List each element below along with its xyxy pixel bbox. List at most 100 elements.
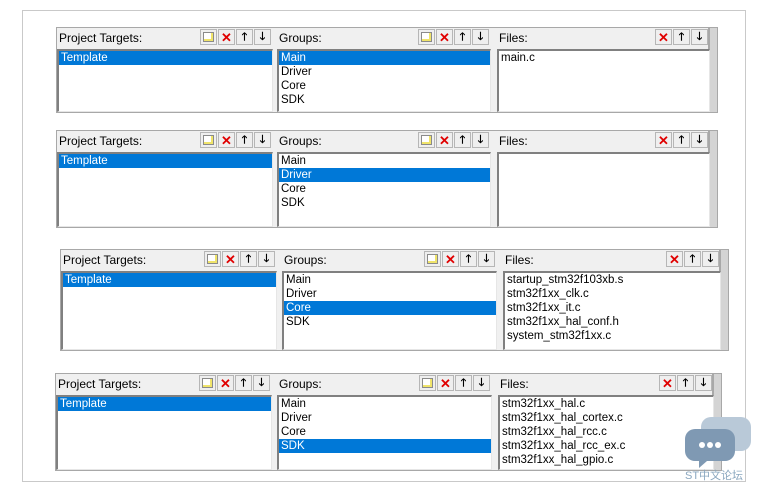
files-list-item[interactable]: main.c	[499, 51, 709, 65]
move-down-button[interactable]: 🡓	[472, 29, 489, 45]
files-list-item[interactable]: stm32f1xx_hal.c	[500, 397, 713, 411]
groups-list-item[interactable]: Driver	[279, 65, 490, 79]
groups-list-item[interactable]: Main	[284, 273, 496, 287]
targets-listbox[interactable]: Template	[57, 49, 273, 112]
files-listbox[interactable]: stm32f1xx_hal.c stm32f1xx_hal_cortex.c stm…	[498, 395, 714, 470]
move-down-button[interactable]: 🡓	[254, 132, 271, 148]
targets-listbox[interactable]: Template	[56, 395, 272, 470]
move-down-icon: 🡓	[483, 252, 490, 265]
groups-list-item[interactable]: SDK	[284, 315, 496, 329]
targets-toolbar: ✕ 🡑 🡓	[199, 29, 271, 45]
move-down-button[interactable]: 🡓	[478, 251, 495, 267]
move-down-button[interactable]: 🡓	[253, 375, 270, 391]
groups-column: Groups: ✕ 🡑 🡓 Main Driver Core SDK	[282, 250, 497, 352]
move-up-button[interactable]: 🡑	[460, 251, 477, 267]
groups-list-item[interactable]: Main	[279, 397, 491, 411]
groups-listbox[interactable]: Main Driver Core SDK	[277, 152, 491, 227]
files-header: Files: ✕ 🡑 🡓	[497, 131, 710, 151]
delete-button[interactable]: ✕	[659, 375, 676, 391]
move-up-button[interactable]: 🡑	[240, 251, 257, 267]
groups-list-item[interactable]: Core	[284, 301, 496, 315]
files-list-item[interactable]: stm32f1xx_hal_cortex.c	[500, 411, 713, 425]
delete-icon: ✕	[221, 29, 232, 45]
files-listbox[interactable]: main.c	[497, 49, 710, 112]
groups-list-item[interactable]: Driver	[279, 411, 491, 425]
files-listbox[interactable]	[497, 152, 710, 227]
files-list-item[interactable]: stm32f1xx_hal_gpio.c	[500, 453, 713, 467]
move-up-button[interactable]: 🡑	[236, 29, 253, 45]
new-item-button[interactable]	[200, 29, 217, 45]
move-up-button[interactable]: 🡑	[684, 251, 701, 267]
groups-list-item[interactable]: SDK	[279, 196, 490, 210]
move-down-icon: 🡓	[477, 133, 484, 146]
files-list-item[interactable]: stm32f1xx_clk.c	[505, 287, 720, 301]
targets-list-item[interactable]: Template	[59, 51, 272, 65]
move-up-button[interactable]: 🡑	[236, 132, 253, 148]
new-item-button[interactable]	[199, 375, 216, 391]
groups-list-item[interactable]: SDK	[279, 93, 490, 107]
groups-listbox[interactable]: Main Driver Core SDK	[277, 395, 492, 470]
groups-list-item[interactable]: Core	[279, 425, 491, 439]
move-up-button[interactable]: 🡑	[235, 375, 252, 391]
targets-listbox[interactable]: Template	[57, 152, 273, 227]
move-up-button[interactable]: 🡑	[677, 375, 694, 391]
files-listbox[interactable]: startup_stm32f103xb.s stm32f1xx_clk.c stm3…	[503, 271, 721, 350]
delete-button[interactable]: ✕	[666, 251, 683, 267]
move-up-button[interactable]: 🡑	[455, 375, 472, 391]
delete-button[interactable]: ✕	[218, 132, 235, 148]
new-item-button[interactable]	[419, 375, 436, 391]
new-item-button[interactable]	[418, 29, 435, 45]
groups-list-item[interactable]: Core	[279, 79, 490, 93]
groups-list-item[interactable]: Core	[279, 182, 490, 196]
move-up-button[interactable]: 🡑	[673, 132, 690, 148]
delete-button[interactable]: ✕	[437, 375, 454, 391]
files-list-item[interactable]: startup_stm32f103xb.s	[505, 273, 720, 287]
move-down-icon: 🡓	[696, 30, 703, 43]
move-up-button[interactable]: 🡑	[454, 132, 471, 148]
panel-edge	[720, 249, 729, 351]
delete-button[interactable]: ✕	[218, 29, 235, 45]
groups-list-item[interactable]: Driver	[279, 168, 490, 182]
groups-listbox[interactable]: Main Driver Core SDK	[277, 49, 491, 112]
targets-header: Project Targets: ✕ 🡑 🡓	[57, 131, 273, 151]
delete-button[interactable]: ✕	[222, 251, 239, 267]
files-list-item[interactable]: stm32f1xx_hal_conf.h	[505, 315, 720, 329]
new-item-button[interactable]	[200, 132, 217, 148]
move-down-button[interactable]: 🡓	[691, 29, 708, 45]
new-item-button[interactable]	[424, 251, 441, 267]
files-header: Files: ✕ 🡑 🡓	[503, 250, 721, 270]
move-down-button[interactable]: 🡓	[254, 29, 271, 45]
move-down-button[interactable]: 🡓	[695, 375, 712, 391]
delete-button[interactable]: ✕	[217, 375, 234, 391]
groups-list-item[interactable]: SDK	[279, 439, 491, 453]
move-up-button[interactable]: 🡑	[454, 29, 471, 45]
targets-list-item[interactable]: Template	[59, 154, 272, 168]
move-down-button[interactable]: 🡓	[258, 251, 275, 267]
new-item-button[interactable]	[418, 132, 435, 148]
delete-button[interactable]: ✕	[442, 251, 459, 267]
delete-button[interactable]: ✕	[655, 132, 672, 148]
move-down-button[interactable]: 🡓	[691, 132, 708, 148]
delete-button[interactable]: ✕	[436, 132, 453, 148]
groups-list-item[interactable]: Main	[279, 51, 490, 65]
delete-button[interactable]: ✕	[655, 29, 672, 45]
move-down-button[interactable]: 🡓	[473, 375, 490, 391]
files-list-item[interactable]: stm32f1xx_it.c	[505, 301, 720, 315]
new-item-button[interactable]	[204, 251, 221, 267]
move-down-button[interactable]: 🡓	[702, 251, 719, 267]
targets-listbox[interactable]: Template	[61, 271, 277, 350]
delete-icon: ✕	[445, 251, 456, 267]
groups-listbox[interactable]: Main Driver Core SDK	[282, 271, 497, 350]
files-list-item[interactable]: stm32f1xx_hal_rcc.c	[500, 425, 713, 439]
move-up-button[interactable]: 🡑	[673, 29, 690, 45]
files-column: Files: ✕ 🡑 🡓	[497, 131, 710, 229]
groups-list-item[interactable]: Driver	[284, 287, 496, 301]
targets-list-item[interactable]: Template	[63, 273, 276, 287]
move-down-button[interactable]: 🡓	[472, 132, 489, 148]
move-down-icon: 🡓	[707, 252, 714, 265]
delete-button[interactable]: ✕	[436, 29, 453, 45]
files-list-item[interactable]: system_stm32f1xx.c	[505, 329, 720, 343]
files-list-item[interactable]: stm32f1xx_hal_rcc_ex.c	[500, 439, 713, 453]
targets-list-item[interactable]: Template	[58, 397, 271, 411]
groups-list-item[interactable]: Main	[279, 154, 490, 168]
